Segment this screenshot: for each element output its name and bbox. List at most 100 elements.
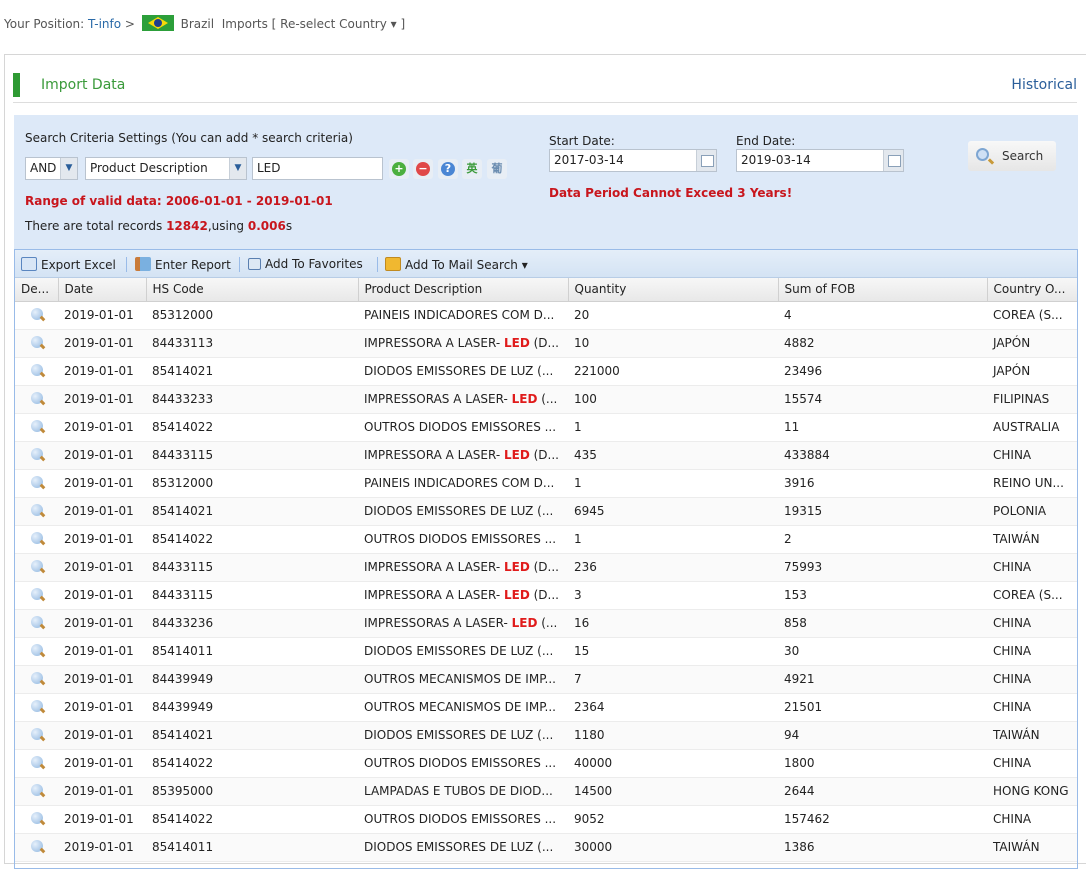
detail-cell[interactable] [15,581,58,610]
table-row[interactable]: 2019-01-01 85414022 OUTROS DIODOS EMISSORE… [15,525,1077,554]
detail-cell[interactable] [15,329,58,358]
detail-cell[interactable] [15,441,58,470]
table-row[interactable]: 2019-01-01 85414021 DIODOS EMISSORES DE LU… [15,357,1077,386]
table-row[interactable]: 2019-01-01 84439949 OUTROS MECANISMOS DE I… [15,693,1077,722]
quantity-cell: 6945 [568,497,778,526]
detail-cell[interactable] [15,357,58,386]
table-row[interactable]: 2019-01-01 85414011 DIODOS EMISSORES DE LU… [15,637,1077,666]
detail-cell[interactable] [15,301,58,330]
view-detail-icon[interactable] [31,615,43,628]
calendar-icon[interactable] [883,150,903,171]
view-detail-icon[interactable] [31,335,43,348]
view-detail-icon[interactable] [31,307,43,320]
search-field-select[interactable]: Product Description ▼ [85,157,247,180]
table-row[interactable]: 2019-01-01 85414022 OUTROS DIODOS EMISSORE… [15,749,1077,778]
breadcrumb-home-link[interactable]: T-info [88,17,121,31]
detail-cell[interactable] [15,637,58,666]
view-detail-icon[interactable] [31,419,43,432]
column-header-date[interactable]: Date [58,278,147,302]
view-detail-icon[interactable] [31,475,43,488]
add-to-mail-search-button[interactable]: Add To Mail Search ▾ [385,257,528,272]
quantity-cell: 221000 [568,357,778,386]
detail-cell[interactable] [15,805,58,834]
detail-cell[interactable] [15,469,58,498]
add-criteria-button[interactable]: + [389,159,409,179]
table-row[interactable]: 2019-01-01 85414022 OUTROS DIODOS EMISSORE… [15,413,1077,442]
column-header-sum-of-fob[interactable]: Sum of FOB [778,278,988,302]
view-detail-icon[interactable] [31,447,43,460]
table-row[interactable]: 2019-01-01 84433113 IMPRESSORA A LASER- LE… [15,329,1077,358]
calendar-icon[interactable] [696,150,716,171]
breadcrumb: Your Position: T-info > Brazil Imports [… [4,15,405,31]
view-detail-icon[interactable] [31,727,43,740]
detail-cell[interactable] [15,413,58,442]
add-to-favorites-button[interactable]: Add To Favorites [248,257,363,271]
view-detail-icon[interactable] [31,811,43,824]
view-detail-icon[interactable] [31,363,43,376]
country-cell: CHINA [987,693,1077,722]
table-row[interactable]: 2019-01-01 84433115 IMPRESSORA A LASER- LE… [15,553,1077,582]
fob-cell: 30 [778,637,987,666]
view-detail-icon[interactable] [31,839,43,852]
end-date-input[interactable]: 2019-03-14 [736,149,904,172]
portuguese-translate-button[interactable]: 葡 [487,159,507,179]
detail-cell[interactable] [15,497,58,526]
view-detail-icon[interactable] [31,783,43,796]
column-header-quantity[interactable]: Quantity [568,278,779,302]
detail-cell[interactable] [15,609,58,638]
start-date-input[interactable]: 2017-03-14 [549,149,717,172]
view-detail-icon[interactable] [31,503,43,516]
product-description-cell: IMPRESSORA A LASER- LED (D... [358,581,568,610]
table-row[interactable]: 2019-01-01 85312000 PAINEIS INDICADORES CO… [15,469,1077,498]
detail-cell[interactable] [15,777,58,806]
detail-cell[interactable] [15,665,58,694]
help-button[interactable]: ? [438,159,458,179]
table-row[interactable]: 2019-01-01 84433115 IMPRESSORA A LASER- LE… [15,581,1077,610]
breadcrumb-trade: Imports [221,17,268,31]
table-row[interactable]: 2019-01-01 84433233 IMPRESSORAS A LASER- L… [15,385,1077,414]
view-detail-icon[interactable] [31,587,43,600]
detail-cell[interactable] [15,749,58,778]
detail-cell[interactable] [15,385,58,414]
view-detail-icon[interactable] [31,391,43,404]
view-detail-icon[interactable] [31,671,43,684]
breadcrumb-prefix: Your Position: [4,17,89,31]
detail-cell[interactable] [15,553,58,582]
column-header-product-description[interactable]: Product Description [358,278,569,302]
table-row[interactable]: 2019-01-01 85414021 DIODOS EMISSORES DE LU… [15,497,1077,526]
table-row[interactable]: 2019-01-01 85414021 DIODOS EMISSORES DE LU… [15,721,1077,750]
detail-cell[interactable] [15,525,58,554]
detail-cell[interactable] [15,833,58,862]
view-detail-icon[interactable] [31,643,43,656]
quantity-cell: 236 [568,553,778,582]
view-detail-icon[interactable] [31,699,43,712]
description-text: DIODOS EMISSORES DE LUZ (... [364,728,554,742]
table-row[interactable]: 2019-01-01 84439949 OUTROS MECANISMOS DE I… [15,665,1077,694]
export-excel-button[interactable]: Export Excel [21,257,116,272]
column-header-detail[interactable]: De... [15,278,59,302]
table-row[interactable]: 2019-01-01 85395000 LAMPADAS E TUBOS DE DI… [15,777,1077,806]
country-cell: AUSTRALIA [987,413,1077,442]
date-cell: 2019-01-01 [58,385,146,414]
table-row[interactable]: 2019-01-01 84433115 IMPRESSORA A LASER- LE… [15,441,1077,470]
view-detail-icon[interactable] [31,531,43,544]
view-detail-icon[interactable] [31,559,43,572]
search-button[interactable]: Search [968,141,1056,171]
table-row[interactable]: 2019-01-01 85312000 PAINEIS INDICADORES CO… [15,301,1077,330]
date-cell: 2019-01-01 [58,553,146,582]
enter-report-button[interactable]: Enter Report [135,257,231,272]
remove-criteria-button[interactable]: − [413,159,433,179]
column-header-country-origin[interactable]: Country O... [987,278,1077,302]
historical-link[interactable]: Historical [1011,77,1077,93]
logic-operator-select[interactable]: AND ▼ [25,157,78,180]
table-row[interactable]: 2019-01-01 84433236 IMPRESSORAS A LASER- L… [15,609,1077,638]
view-detail-icon[interactable] [31,755,43,768]
english-translate-button[interactable]: 英 [462,159,482,179]
keyword-input[interactable]: LED [252,157,383,180]
column-header-hs-code[interactable]: HS Code [146,278,359,302]
table-row[interactable]: 2019-01-01 85414022 OUTROS DIODOS EMISSORE… [15,805,1077,834]
reselect-country-dropdown[interactable]: [ Re-select Country ▾ ] [272,17,405,31]
table-row[interactable]: 2019-01-01 85414011 DIODOS EMISSORES DE LU… [15,833,1077,862]
detail-cell[interactable] [15,693,58,722]
detail-cell[interactable] [15,721,58,750]
